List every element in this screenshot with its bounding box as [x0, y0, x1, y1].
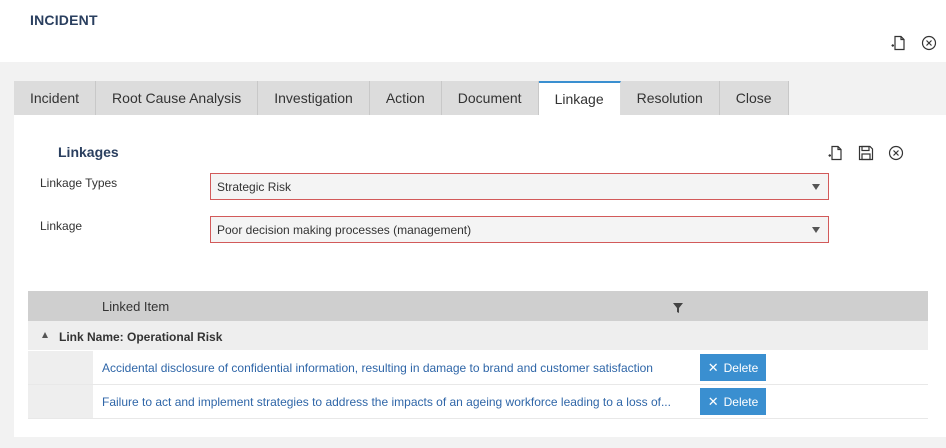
- close-circle-icon[interactable]: [920, 34, 938, 52]
- panel-actions: [827, 144, 905, 162]
- grid-header: Linked Item: [28, 291, 928, 321]
- linkage-select[interactable]: Poor decision making processes (manageme…: [210, 216, 829, 243]
- linked-items-grid: Linked Item Link Name: Operational Risk …: [28, 291, 928, 419]
- group-row: Link Name: Operational Risk: [28, 321, 928, 351]
- tab-linkage[interactable]: Linkage: [538, 81, 621, 115]
- linkage-panel: Linkages Linkage Types Strategic Risk Li…: [14, 115, 946, 437]
- save-icon[interactable]: [857, 144, 875, 162]
- tab-investigation[interactable]: Investigation: [258, 81, 370, 115]
- tab-action[interactable]: Action: [369, 81, 442, 115]
- table-row: Failure to act and implement strategies …: [28, 385, 928, 419]
- row-indent: [28, 351, 93, 384]
- section-title: Linkages: [58, 144, 119, 160]
- chevron-down-icon[interactable]: [812, 184, 820, 190]
- linkage-types-value: Strategic Risk: [217, 179, 292, 194]
- linkage-label: Linkage: [40, 219, 83, 233]
- row-indent: [28, 385, 93, 418]
- linked-item-link[interactable]: Failure to act and implement strategies …: [102, 395, 680, 409]
- tab-close[interactable]: Close: [719, 81, 789, 115]
- add-document-icon[interactable]: [890, 34, 908, 52]
- tab-resolution[interactable]: Resolution: [620, 81, 720, 115]
- close-icon: ✕: [707, 360, 719, 375]
- close-icon: ✕: [707, 394, 719, 409]
- page-title: INCIDENT: [30, 12, 98, 28]
- linkage-types-label: Linkage Types: [40, 176, 118, 190]
- group-label: Link Name: Operational Risk: [59, 330, 223, 344]
- delete-button[interactable]: ✕ Delete: [700, 388, 766, 415]
- table-row: Accidental disclosure of confidential in…: [28, 351, 928, 385]
- chevron-down-icon[interactable]: [812, 227, 820, 233]
- header-actions: [890, 34, 938, 52]
- delete-button[interactable]: ✕ Delete: [700, 354, 766, 381]
- tab-document[interactable]: Document: [441, 81, 539, 115]
- add-document-icon[interactable]: [827, 144, 845, 162]
- tab-incident[interactable]: Incident: [14, 81, 97, 115]
- collapse-toggle-icon[interactable]: [42, 332, 48, 338]
- delete-button-label: Delete: [723, 360, 759, 375]
- linkage-types-select[interactable]: Strategic Risk: [210, 173, 829, 200]
- linked-item-link[interactable]: Accidental disclosure of confidential in…: [102, 361, 680, 375]
- tab-bar: Incident Root Cause Analysis Investigati…: [14, 81, 789, 115]
- close-circle-icon[interactable]: [887, 144, 905, 162]
- column-header-linked-item[interactable]: Linked Item: [102, 299, 169, 314]
- filter-icon[interactable]: [672, 301, 684, 313]
- page-header: INCIDENT: [0, 0, 946, 62]
- delete-button-label: Delete: [723, 394, 759, 409]
- linkage-value: Poor decision making processes (manageme…: [217, 222, 472, 237]
- tab-root-cause-analysis[interactable]: Root Cause Analysis: [96, 81, 259, 115]
